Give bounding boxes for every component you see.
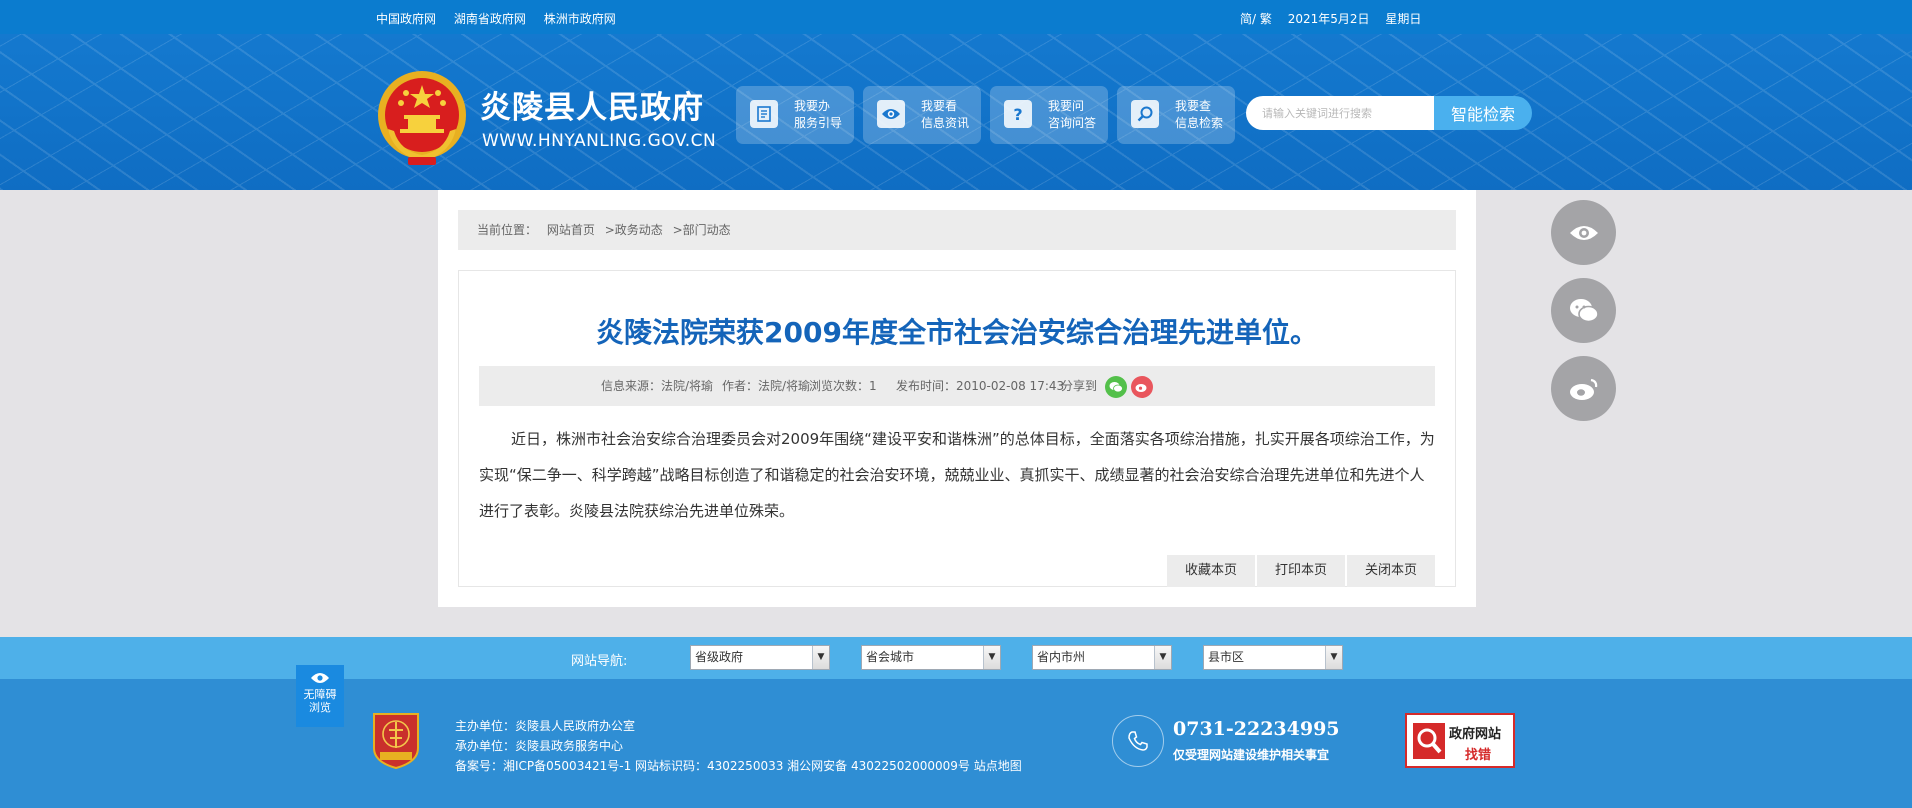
- service-line2: 咨询问答: [1048, 116, 1097, 130]
- service-line1: 我要查: [1175, 99, 1212, 113]
- service-tile-todo[interactable]: 我要办 服务引导: [736, 86, 854, 144]
- article-actions: 收藏本页 打印本页 关闭本页: [1165, 555, 1435, 587]
- select-provincial-gov[interactable]: 省级政府 ▼: [690, 645, 830, 670]
- footer-nav-bar: 网站导航: 省级政府 ▼ 省会城市 ▼ 省内市州 ▼ 县市区 ▼: [0, 637, 1912, 679]
- select-counties[interactable]: 县市区 ▼: [1203, 645, 1343, 670]
- dropdown-arrow-icon: ▼: [812, 646, 829, 669]
- current-weekday: 星期日: [1385, 12, 1422, 26]
- eye-icon: [311, 673, 329, 683]
- bookmark-page-button[interactable]: 收藏本页: [1167, 555, 1255, 587]
- site-header: 炎陵县人民政府 WWW.HNYANLING.GOV.CN 我要办服务引导 我要看…: [0, 34, 1912, 190]
- link-zhuzhou-gov[interactable]: 株洲市政府网: [544, 12, 616, 26]
- search-icon: [1131, 100, 1159, 128]
- article: 炎陵法院荣获2009年度全市社会治安综合治理先进单位。 信息来源：法院/将瑜 作…: [458, 270, 1456, 587]
- article-body: 近日，株洲市社会治安综合治理委员会对2009年围绕“建设平安和谐株洲”的总体目标…: [479, 430, 1435, 520]
- site-title[interactable]: 炎陵县人民政府: [480, 82, 704, 127]
- meta-source: 信息来源：法院/将瑜: [601, 379, 714, 393]
- dropdown-arrow-icon: ▼: [1325, 646, 1342, 669]
- print-page-button[interactable]: 打印本页: [1257, 555, 1345, 587]
- breadcrumb: 当前位置： 网站首页 >政务动态 >部门动态: [458, 210, 1456, 250]
- footer-host: 主办单位：炎陵县人民政府办公室: [455, 719, 636, 733]
- breadcrumb-prefix: 当前位置：: [477, 223, 538, 237]
- breadcrumb-dept-news[interactable]: >部门动态: [673, 223, 731, 237]
- select-value: 县市区: [1208, 650, 1245, 664]
- footer-phone: 0731-22234995: [1173, 718, 1340, 740]
- dropdown-arrow-icon: ▼: [1154, 646, 1171, 669]
- service-line2: 信息资讯: [921, 116, 970, 130]
- main-content-panel: 当前位置： 网站首页 >政务动态 >部门动态 炎陵法院荣获2009年度全市社会治…: [438, 190, 1476, 607]
- footer-info: 主办单位：炎陵县人民政府办公室 承办单位：炎陵县政务服务中心 备案号：湘ICP备…: [455, 716, 1022, 776]
- footer-nav-label: 网站导航:: [571, 654, 628, 669]
- lang-toggle[interactable]: 简/ 繁: [1240, 12, 1272, 26]
- meta-author: 作者：法院/将瑜: [722, 379, 811, 393]
- breadcrumb-home[interactable]: 网站首页: [547, 223, 595, 237]
- document-icon: [750, 100, 778, 128]
- magnifier-icon: [1413, 723, 1445, 759]
- service-line2: 服务引导: [794, 116, 843, 130]
- article-meta: 信息来源：法院/将瑜 作者：法院/将瑜 浏览次数：1 发布时间：2010-02-…: [479, 366, 1435, 406]
- top-right-info: 简/ 繁 2021年5月2日 星期日: [1240, 10, 1433, 27]
- top-links: 中国政府网 湖南省政府网 株洲市政府网: [376, 10, 630, 27]
- share-weibo-icon[interactable]: [1131, 376, 1153, 398]
- select-province-cities[interactable]: 省内市州 ▼: [1032, 645, 1172, 670]
- accessibility-line2: 浏览: [309, 701, 331, 714]
- service-line1: 我要办: [794, 99, 831, 113]
- national-emblem-icon: [378, 71, 466, 165]
- footer-organizer: 承办单位：炎陵县政务服务中心: [455, 739, 624, 753]
- phone-icon: [1112, 715, 1164, 767]
- service-line2: 信息检索: [1175, 116, 1224, 130]
- article-title: 炎陵法院荣获2009年度全市社会治安综合治理先进单位。: [596, 316, 1318, 349]
- meta-views: 浏览次数：1: [809, 379, 877, 393]
- question-icon: ?: [1004, 100, 1032, 128]
- error-box-line2: 找错: [1465, 748, 1492, 763]
- service-line1: 我要看: [921, 99, 958, 113]
- select-value: 省级政府: [695, 650, 744, 664]
- error-box-line1: 政府网站: [1449, 727, 1502, 742]
- search-input[interactable]: [1246, 96, 1434, 130]
- service-line1: 我要问: [1048, 99, 1085, 113]
- float-wechat-icon[interactable]: [1551, 278, 1616, 343]
- current-date: 2021年5月2日: [1287, 12, 1370, 26]
- gov-site-error-report-button[interactable]: 政府网站 找错: [1405, 713, 1515, 768]
- smart-search-button[interactable]: 智能检索: [1434, 96, 1532, 130]
- accessibility-line1: 无障碍: [303, 688, 337, 701]
- eye-icon: [877, 100, 905, 128]
- footer-record: 备案号：湘ICP备05003421号-1 网站标识码：4302250033 湘公…: [455, 759, 1022, 773]
- service-tile-lookup[interactable]: 我要查 信息检索: [1117, 86, 1235, 144]
- select-capital-cities[interactable]: 省会城市 ▼: [861, 645, 1001, 670]
- meta-published: 发布时间：2010-02-08 17:43: [896, 379, 1065, 393]
- share-wechat-icon[interactable]: [1105, 376, 1127, 398]
- service-tile-view[interactable]: 我要看 信息资讯: [863, 86, 981, 144]
- select-value: 省内市州: [1037, 650, 1086, 664]
- footer-phone-note: 仅受理网站建设维护相关事宜: [1173, 748, 1330, 762]
- top-strip: 中国政府网 湖南省政府网 株洲市政府网 简/ 繁 2021年5月2日 星期日: [0, 0, 1912, 34]
- dropdown-arrow-icon: ▼: [983, 646, 1000, 669]
- link-hunan-gov[interactable]: 湖南省政府网: [454, 12, 526, 26]
- select-value: 省会城市: [866, 650, 915, 664]
- float-eye-icon[interactable]: [1551, 200, 1616, 265]
- party-gov-badge-icon[interactable]: [370, 710, 422, 770]
- service-tile-ask[interactable]: ? 我要问咨询问答: [990, 86, 1108, 144]
- site-url: WWW.HNYANLING.GOV.CN: [482, 131, 717, 151]
- close-page-button[interactable]: 关闭本页: [1347, 555, 1435, 587]
- link-china-gov[interactable]: 中国政府网: [376, 12, 436, 26]
- accessibility-button[interactable]: 无障碍 浏览: [296, 665, 344, 727]
- meta-share-label: 分享到: [1061, 379, 1098, 393]
- float-weibo-icon[interactable]: [1551, 356, 1616, 421]
- breadcrumb-gov-news[interactable]: >政务动态: [605, 223, 663, 237]
